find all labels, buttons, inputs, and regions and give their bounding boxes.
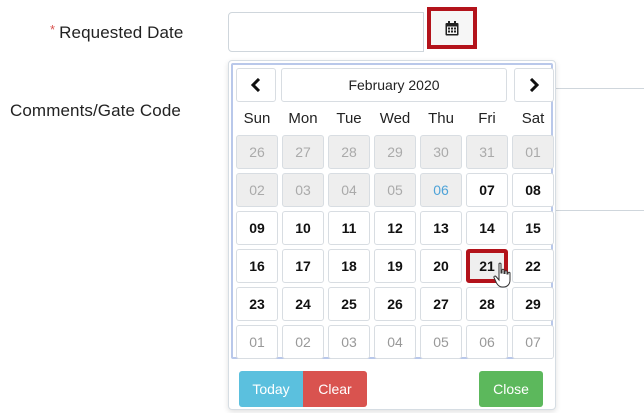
weekday-fri: Fri xyxy=(478,110,496,127)
day-cell[interactable]: 27 xyxy=(420,287,462,321)
calendar-button[interactable] xyxy=(427,7,477,49)
day-cell[interactable]: 05 xyxy=(420,325,462,359)
day-cell[interactable]: 29 xyxy=(512,287,554,321)
day-cell[interactable]: 01 xyxy=(236,325,278,359)
required-marker: * xyxy=(50,22,56,37)
day-cell[interactable]: 08 xyxy=(512,173,554,207)
day-cell-today: 06 xyxy=(420,173,462,207)
day-cell: 02 xyxy=(236,173,278,207)
today-button[interactable]: Today xyxy=(239,371,303,407)
day-cell[interactable]: 07 xyxy=(466,173,508,207)
day-cell: 01 xyxy=(512,135,554,169)
day-cell[interactable]: 10 xyxy=(282,211,324,245)
weekday-mon: Mon xyxy=(288,110,318,127)
chevron-right-icon xyxy=(529,78,539,92)
next-month-button[interactable] xyxy=(514,68,554,102)
day-cell[interactable]: 22 xyxy=(512,249,554,283)
day-cell[interactable]: 12 xyxy=(374,211,416,245)
day-cell[interactable]: 24 xyxy=(282,287,324,321)
month-title[interactable]: February 2020 xyxy=(281,68,507,102)
week-row: 01 02 03 04 05 06 07 xyxy=(234,323,554,361)
day-cell: 30 xyxy=(420,135,462,169)
datepicker-calendar: February 2020 Sun Mon Tue Wed Thu Fri Sa… xyxy=(231,63,554,361)
day-cell[interactable]: 04 xyxy=(374,325,416,359)
datepicker-popup: February 2020 Sun Mon Tue Wed Thu Fri Sa… xyxy=(228,60,556,410)
calendar-icon xyxy=(445,20,459,35)
day-cell[interactable]: 16 xyxy=(236,249,278,283)
day-cell[interactable]: 11 xyxy=(328,211,370,245)
close-button[interactable]: Close xyxy=(479,371,543,407)
day-cell[interactable]: 18 xyxy=(328,249,370,283)
week-row: 26 27 28 29 30 31 01 xyxy=(234,133,554,171)
weekday-tue: Tue xyxy=(336,110,362,127)
day-cell[interactable]: 13 xyxy=(420,211,462,245)
clear-button[interactable]: Clear xyxy=(303,371,367,407)
day-cell[interactable]: 09 xyxy=(236,211,278,245)
day-cell: 29 xyxy=(374,135,416,169)
day-cell: 04 xyxy=(328,173,370,207)
day-cell[interactable]: 02 xyxy=(282,325,324,359)
form-divider xyxy=(556,88,644,89)
requested-date-label: * Requested Date xyxy=(50,22,184,43)
comments-label: Comments/Gate Code xyxy=(10,101,181,120)
day-cell[interactable]: 03 xyxy=(328,325,370,359)
week-row: 16 17 18 19 20 21 22 xyxy=(234,247,554,285)
week-row: 02 03 04 05 06 07 08 xyxy=(234,171,554,209)
day-cell: 03 xyxy=(282,173,324,207)
weekday-wed: Wed xyxy=(379,110,411,127)
day-grid: 26 27 28 29 30 31 01 02 03 04 05 06 07 0… xyxy=(234,133,554,361)
weekday-thu: Thu xyxy=(428,110,454,127)
weekday-sun: Sun xyxy=(243,110,271,127)
day-cell[interactable]: 23 xyxy=(236,287,278,321)
day-cell[interactable]: 07 xyxy=(512,325,554,359)
day-cell: 28 xyxy=(328,135,370,169)
prev-month-button[interactable] xyxy=(236,68,276,102)
day-cell[interactable]: 06 xyxy=(466,325,508,359)
day-cell[interactable]: 14 xyxy=(466,211,508,245)
day-cell[interactable]: 26 xyxy=(374,287,416,321)
day-cell[interactable]: 20 xyxy=(420,249,462,283)
day-cell[interactable]: 25 xyxy=(328,287,370,321)
day-cell[interactable]: 15 xyxy=(512,211,554,245)
requested-date-label-text: Requested Date xyxy=(59,23,184,42)
week-row: 23 24 25 26 27 28 29 xyxy=(234,285,554,323)
day-cell-selected[interactable]: 21 xyxy=(466,249,508,283)
day-cell: 27 xyxy=(282,135,324,169)
day-cell: 05 xyxy=(374,173,416,207)
day-cell: 26 xyxy=(236,135,278,169)
day-cell[interactable]: 19 xyxy=(374,249,416,283)
weekday-sat: Sat xyxy=(521,110,545,127)
chevron-left-icon xyxy=(251,78,261,92)
form-divider xyxy=(556,210,644,211)
day-cell[interactable]: 17 xyxy=(282,249,324,283)
page: * Requested Date Comments/Gate Code Febr… xyxy=(0,0,644,413)
weekday-header: Sun Mon Tue Wed Thu Fri Sat xyxy=(234,107,552,131)
week-row: 09 10 11 12 13 14 15 xyxy=(234,209,554,247)
day-cell: 31 xyxy=(466,135,508,169)
day-cell[interactable]: 28 xyxy=(466,287,508,321)
requested-date-input[interactable] xyxy=(228,12,424,52)
